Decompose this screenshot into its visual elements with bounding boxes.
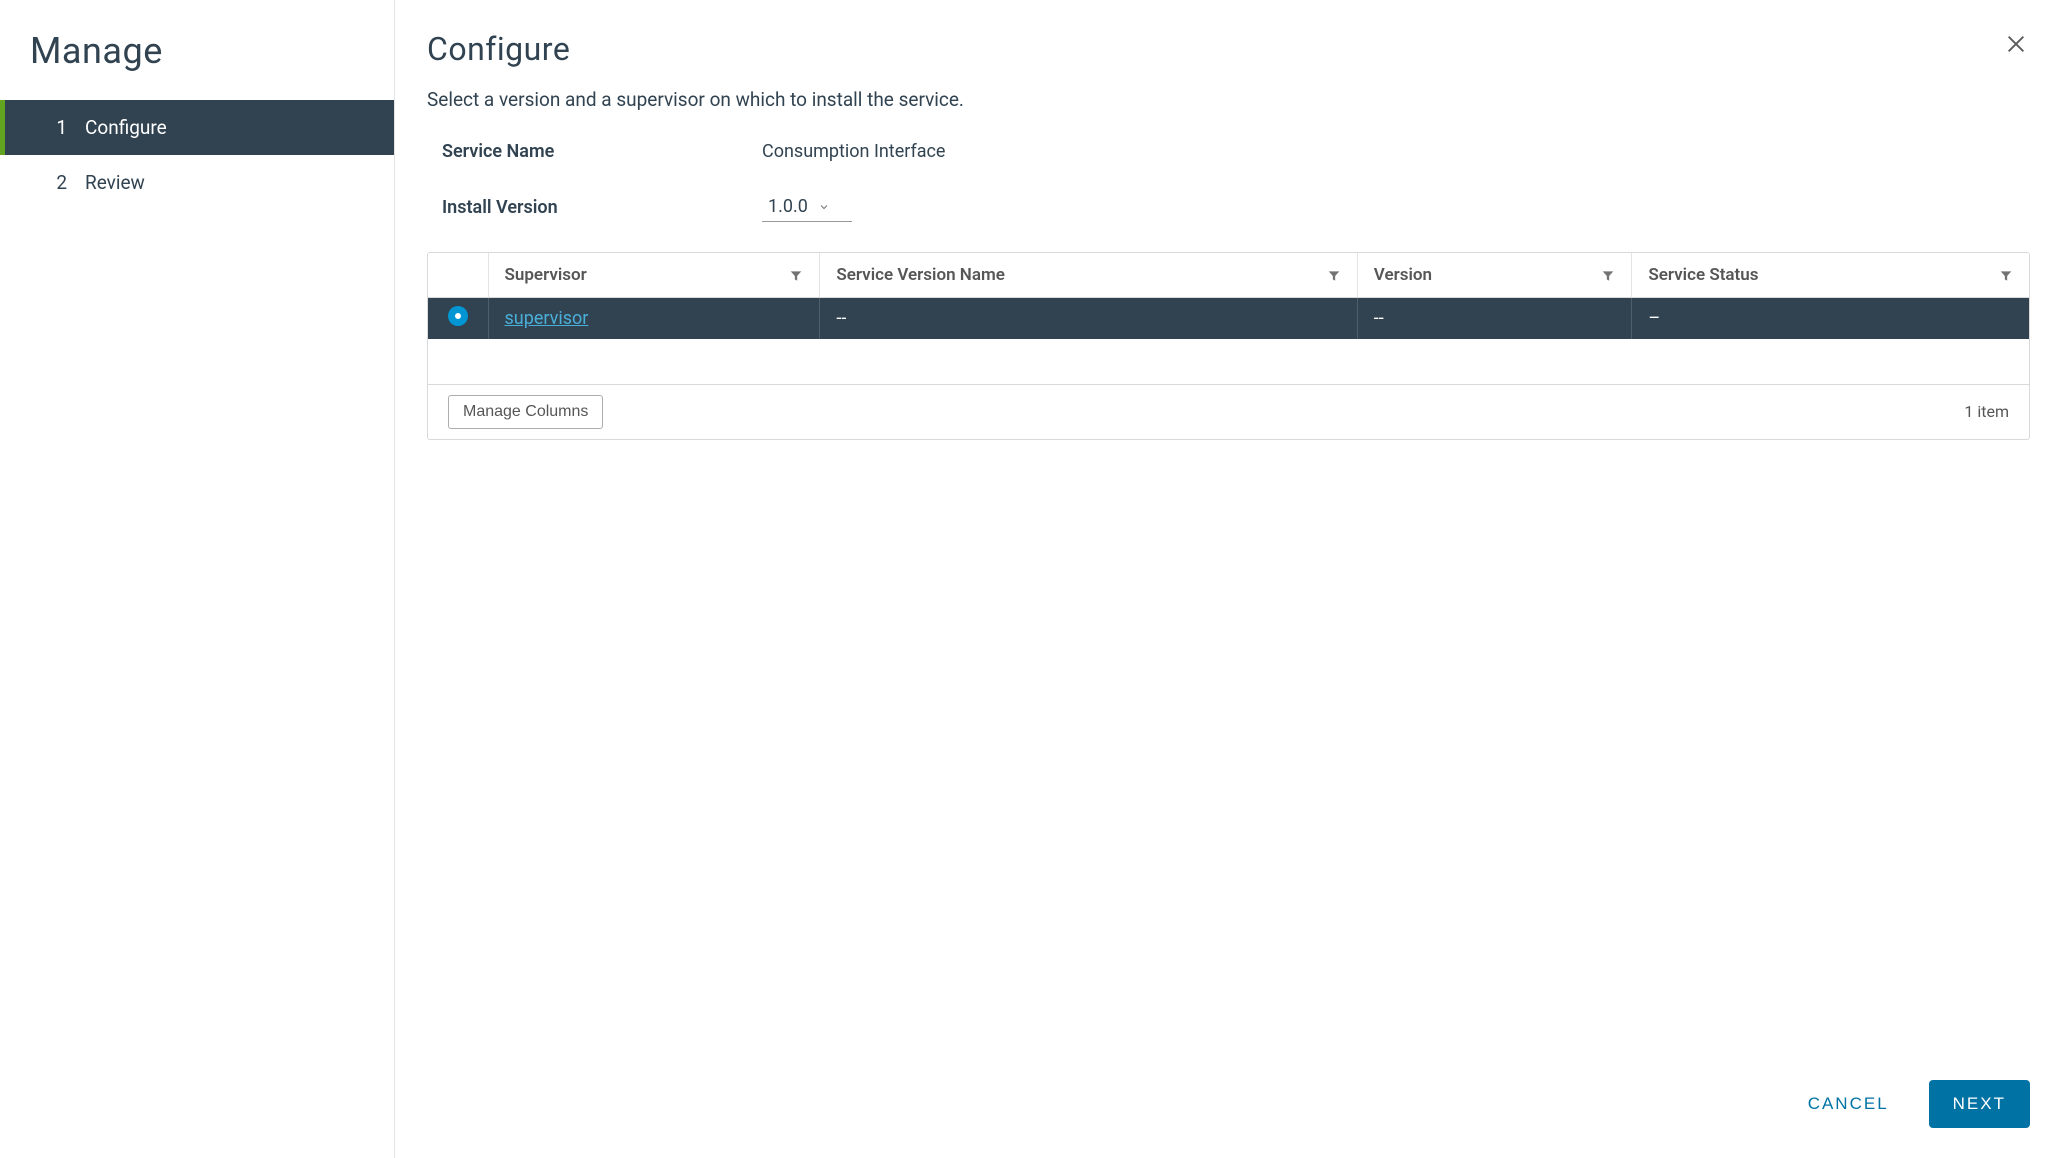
manage-columns-button[interactable]: Manage Columns [448, 395, 603, 429]
step-number: 2 [55, 171, 67, 194]
radio-selected-icon [448, 306, 468, 326]
filter-icon[interactable] [789, 268, 803, 282]
supervisor-link[interactable]: supervisor [505, 308, 589, 329]
filter-icon[interactable] [1327, 268, 1341, 282]
row-radio-cell[interactable] [428, 298, 488, 340]
step-review[interactable]: 2 Review [0, 155, 394, 210]
chevron-down-icon [818, 201, 830, 213]
wizard-sidebar: Manage 1 Configure 2 Review [0, 0, 395, 1158]
table-footer: Manage Columns 1 item [428, 385, 2029, 439]
page-description: Select a version and a supervisor on whi… [427, 88, 2030, 111]
column-header-service-version-name[interactable]: Service Version Name [820, 253, 1357, 298]
close-icon [2005, 33, 2027, 55]
next-button[interactable]: NEXT [1929, 1080, 2030, 1128]
close-button[interactable] [2002, 30, 2030, 58]
wizard-steps: 1 Configure 2 Review [0, 100, 394, 210]
step-configure[interactable]: 1 Configure [0, 100, 394, 155]
column-label: Service Version Name [836, 265, 1004, 285]
row-version-cell: -- [1357, 298, 1632, 340]
column-label: Service Status [1648, 265, 1758, 285]
supervisor-table: Supervisor Service Version Name [428, 253, 2029, 385]
service-name-value: Consumption Interface [762, 141, 945, 162]
main-content: Configure Select a version and a supervi… [395, 0, 2058, 1158]
step-label: Configure [85, 116, 167, 139]
column-header-service-status[interactable]: Service Status [1632, 253, 2029, 298]
column-header-version[interactable]: Version [1357, 253, 1632, 298]
step-label: Review [85, 171, 145, 194]
filter-icon[interactable] [1601, 268, 1615, 282]
column-header-supervisor[interactable]: Supervisor [488, 253, 820, 298]
sidebar-title: Manage [0, 30, 394, 100]
form-row-service-name: Service Name Consumption Interface [427, 141, 2030, 162]
column-header-radio [428, 253, 488, 298]
item-count: 1 item [1964, 402, 2009, 421]
row-service-version-name-cell: -- [820, 298, 1357, 340]
supervisor-table-wrapper: Supervisor Service Version Name [427, 252, 2030, 440]
install-version-label: Install Version [442, 197, 762, 218]
main-header: Configure [427, 30, 2030, 88]
empty-row [428, 339, 2029, 384]
step-number: 1 [55, 116, 67, 139]
install-version-select[interactable]: 1.0.0 [762, 192, 852, 222]
service-name-label: Service Name [442, 141, 762, 162]
row-service-status-cell: – [1632, 298, 2029, 340]
column-label: Supervisor [505, 265, 587, 285]
table-row[interactable]: supervisor -- -- – [428, 298, 2029, 340]
column-label: Version [1374, 265, 1432, 285]
wizard-actions: CANCEL NEXT [1798, 1080, 2030, 1128]
page-title: Configure [427, 30, 570, 68]
form-row-install-version: Install Version 1.0.0 [427, 192, 2030, 222]
filter-icon[interactable] [1999, 268, 2013, 282]
cancel-button[interactable]: CANCEL [1798, 1082, 1899, 1126]
install-version-value: 1.0.0 [768, 196, 808, 217]
row-supervisor-cell: supervisor [488, 298, 820, 340]
